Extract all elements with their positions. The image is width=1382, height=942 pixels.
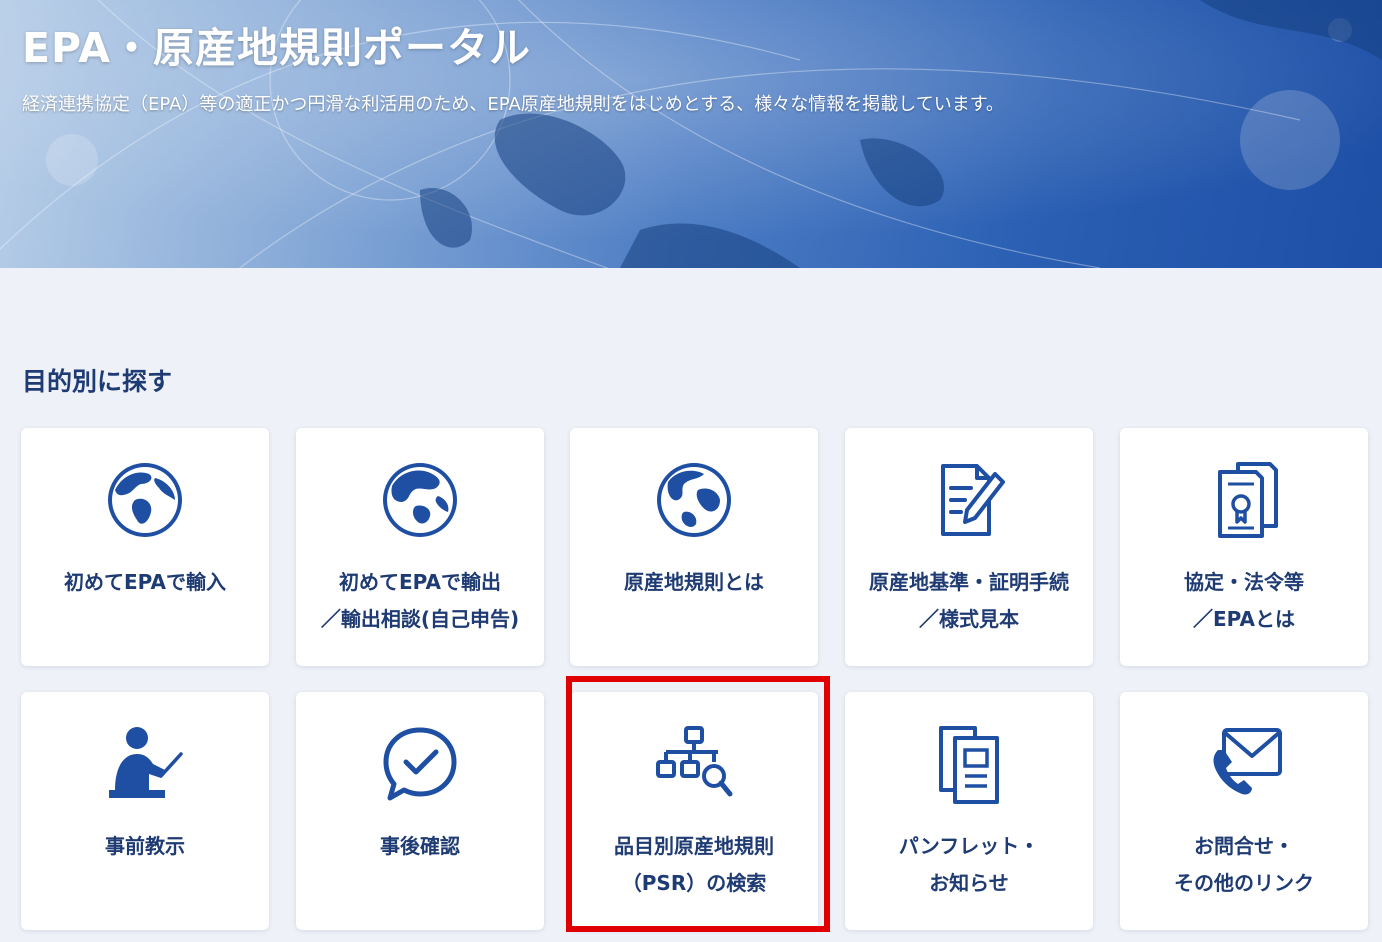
hero-banner: EPA・原産地規則ポータル 経済連携協定（EPA）等の適正かつ円滑な利活用のため… [0,0,1382,268]
card-psr-search[interactable]: 品目別原産地規則 （PSR）の検索 [570,692,818,930]
card-contact-links[interactable]: お問合せ・ その他のリンク [1120,692,1368,930]
document-pen-icon [941,464,1005,536]
card-post-verification[interactable]: 事後確認 [296,692,544,930]
card-label: 事後確認 [380,834,460,858]
card-first-time-import[interactable]: 初めてEPAで輸入 [21,428,269,666]
card-label: 原産地規則とは [624,570,764,594]
page-description: 経済連携協定（EPA）等の適正かつ円滑な利活用のため、EPA原産地規則をはじめと… [22,94,1004,115]
card-agreements-laws[interactable]: 協定・法令等 ／EPAとは [1120,428,1368,666]
card-first-time-export[interactable]: 初めてEPAで輸出 ／輸出相談(自己申告) [296,428,544,666]
globe-asia-icon [383,463,457,537]
card-label: パンフレット・ お知らせ [898,834,1040,895]
card-label: 事前教示 [105,834,185,858]
chat-check-icon [383,727,457,801]
globe-americas-icon [108,463,182,537]
hierarchy-search-icon [656,726,733,797]
phone-mail-icon [1213,728,1282,795]
card-label: 協定・法令等 ／EPAとは [1184,570,1304,631]
card-label: 初めてEPAで輸入 [64,570,226,594]
card-origin-rules-about[interactable]: 原産地規則とは [570,428,818,666]
globe-icon [657,463,731,537]
certificate-documents-icon [1218,462,1278,538]
pamphlet-icon [939,726,999,804]
card-label: お問合せ・ その他のリンク [1174,834,1314,895]
card-label: 初めてEPAで輸出 ／輸出相談(自己申告) [320,570,520,631]
section-heading: 目的別に探す [22,367,173,396]
card-pamphlets-news[interactable]: パンフレット・ お知らせ [845,692,1093,930]
page-title: EPA・原産地規則ポータル [22,24,532,72]
card-advance-ruling[interactable]: 事前教示 [21,692,269,930]
card-label: 品目別原産地規則 （PSR）の検索 [614,834,774,895]
card-label: 原産地基準・証明手続 ／様式見本 [869,570,1069,631]
presenter-icon [109,727,183,798]
card-origin-criteria[interactable]: 原産地基準・証明手続 ／様式見本 [845,428,1093,666]
